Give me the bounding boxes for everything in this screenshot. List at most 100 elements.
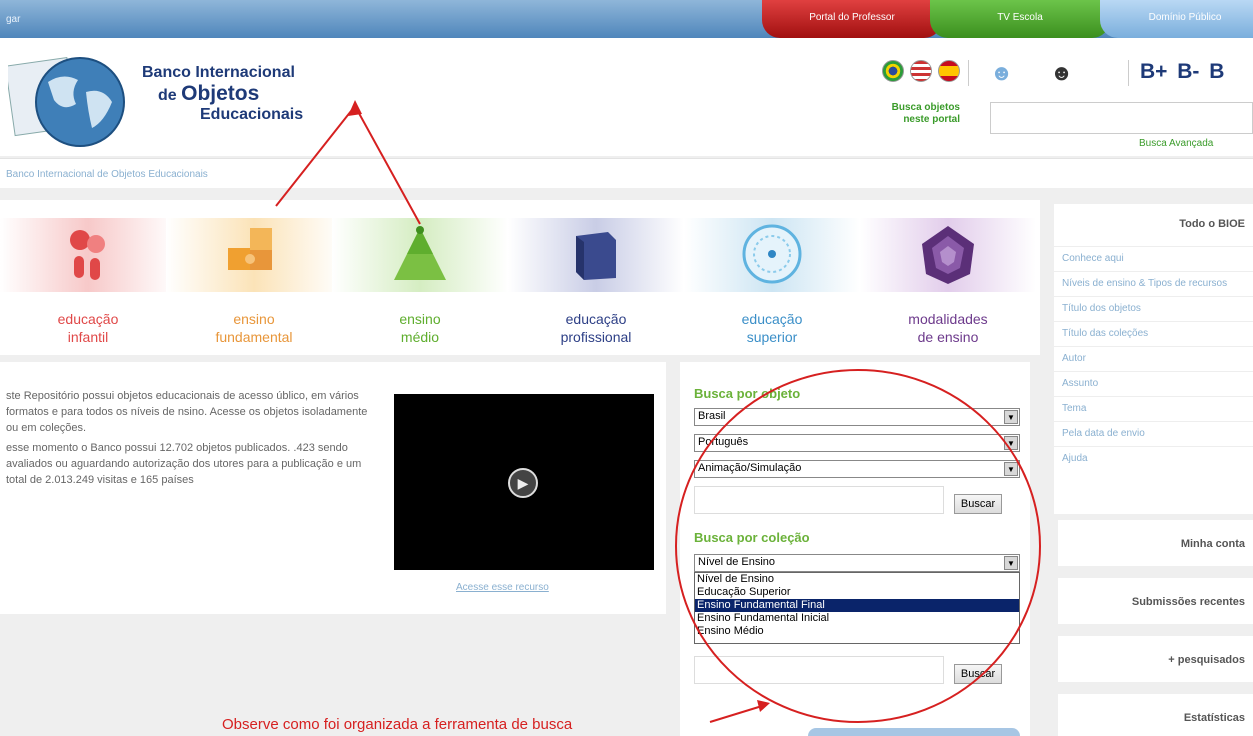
puzzle-icon — [228, 228, 272, 270]
hands-icon — [70, 230, 105, 280]
logo-line-2-main: Objetos — [181, 82, 260, 105]
language-flags — [882, 60, 960, 82]
sidebar-item-conhece[interactable]: Conhece aqui — [1054, 246, 1253, 271]
annotation-caption: Observe como foi organizada a ferramenta… — [222, 716, 573, 733]
level-educacao-superior[interactable]: educação superior — [684, 218, 860, 348]
sidebar-item-tema[interactable]: Tema — [1054, 396, 1253, 421]
search-panel: Busca por objeto Brasil ▼ Português ▼ Anim… — [680, 362, 1030, 736]
tab-dominio-publico[interactable]: Domínio Público — [1100, 0, 1253, 38]
level-label-line-1: educação — [57, 311, 119, 327]
pyramid-icon — [394, 226, 446, 280]
sidebar-item-titulo-colecoes[interactable]: Título das coleções — [1054, 321, 1253, 346]
search-by-collection-title: Busca por coleção — [694, 530, 810, 545]
sidebar-box-pesquisados[interactable]: + pesquisados — [1058, 636, 1253, 682]
chevron-down-icon[interactable]: ▼ — [1004, 436, 1018, 450]
level-label-line-1: modalidades — [908, 311, 988, 327]
level-dropdown-list: Nível de Ensino Educação Superior Ensino… — [694, 572, 1020, 644]
search-by-object-title: Busca por objeto — [694, 386, 801, 401]
bottom-tab — [808, 728, 1020, 736]
object-search-button[interactable]: Buscar — [954, 494, 1002, 514]
level-ensino-medio[interactable]: ensino médio — [332, 218, 508, 348]
level-select-value: Nível de Ensino — [698, 556, 776, 568]
site-logo-text[interactable]: Banco Internacional de Objetos Educacion… — [142, 64, 303, 124]
chevron-down-icon[interactable]: ▼ — [1004, 410, 1018, 424]
sidebar-item-data-envio[interactable]: Pela data de envio — [1054, 421, 1253, 446]
level-label-line-2: superior — [746, 329, 798, 345]
breadcrumb[interactable]: Banco Internacional de Objetos Educacion… — [0, 158, 1253, 188]
topbar-left-text[interactable]: gar — [6, 14, 20, 25]
logo-line-1: Banco Internacional — [142, 64, 295, 81]
divider — [968, 60, 969, 86]
level-label: educação profissional — [508, 310, 684, 346]
site-search-input[interactable] — [990, 102, 1253, 134]
level-label-line-1: ensino — [399, 311, 441, 327]
level-label-line-2: médio — [400, 329, 440, 345]
level-educacao-infantil[interactable]: educação infantil — [0, 218, 176, 348]
top-bar: gar Portal do Professor TV Escola Domíni… — [0, 0, 1253, 38]
globe-logo-icon[interactable] — [8, 52, 130, 148]
tab-portal-do-professor[interactable]: Portal do Professor — [762, 0, 942, 38]
logo-line-2-prefix: de — [158, 87, 182, 104]
flag-usa-icon[interactable] — [910, 60, 932, 82]
tab-tv-escola[interactable]: TV Escola — [930, 0, 1110, 38]
level-educacao-profissional[interactable]: educação profissional — [508, 218, 684, 348]
level-label: modalidades de ensino — [860, 310, 1036, 346]
dropdown-option[interactable]: Nível de Ensino — [695, 573, 1019, 586]
play-icon[interactable]: ▶ — [508, 468, 538, 498]
sidebar-menu: Conhece aqui Níveis de ensino & Tipos de… — [1054, 246, 1253, 471]
flag-spain-icon[interactable] — [938, 60, 960, 82]
sidebar: Todo o BIOE Conhece aqui Níveis de ensin… — [1054, 204, 1253, 514]
sidebar-item-assunto[interactable]: Assunto — [1054, 371, 1253, 396]
level-modalidades-de-ensino[interactable]: modalidades de ensino — [860, 218, 1036, 348]
sidebar-title: Todo o BIOE — [1179, 218, 1245, 230]
logo-line-2: de Objetos — [142, 82, 303, 106]
country-select-value: Brasil — [698, 410, 726, 422]
sidebar-box-minha-conta[interactable]: Minha conta — [1058, 520, 1253, 566]
level-label: ensino médio — [332, 310, 508, 346]
sidebar-box-estatisticas[interactable]: Estatísticas — [1058, 694, 1253, 736]
dropdown-option[interactable]: Educação Superior — [695, 586, 1019, 599]
language-select-value: Português — [698, 436, 749, 448]
advanced-search-link[interactable]: Busca Avançada — [1139, 138, 1213, 149]
level-ensino-fundamental[interactable]: ensino fundamental — [166, 218, 342, 348]
level-label-line-2: de ensino — [917, 329, 979, 345]
education-levels-panel: educação infantil ensino fundamental ensin… — [0, 200, 1040, 355]
contrast-dark-head-icon[interactable]: ☻ — [1050, 60, 1080, 85]
level-label-line-2: infantil — [67, 329, 109, 345]
resource-type-select-value: Animação/Simulação — [698, 462, 802, 474]
chevron-down-icon[interactable]: ▼ — [1004, 556, 1018, 570]
dropdown-option-highlighted[interactable]: Ensino Fundamental Final — [695, 599, 1019, 612]
object-search-input[interactable] — [694, 486, 944, 514]
resource-type-select[interactable]: Animação/Simulação ▼ — [694, 460, 1020, 478]
language-select[interactable]: Português ▼ — [694, 434, 1020, 452]
level-label: ensino fundamental — [166, 310, 342, 346]
site-header: Banco Internacional de Objetos Educacion… — [0, 38, 1253, 156]
dropdown-option[interactable]: Ensino Médio — [695, 625, 1019, 638]
level-label-line-1: educação — [565, 311, 627, 327]
video-resource-link[interactable]: Acesse esse recurso — [456, 582, 549, 593]
video-player[interactable]: ▶ — [394, 394, 654, 570]
intro-paragraph-1: ste Repositório possui objetos educacion… — [6, 390, 368, 434]
collection-search-button[interactable]: Buscar — [954, 664, 1002, 684]
level-select[interactable]: Nível de Ensino ▼ — [694, 554, 1020, 572]
sidebar-item-titulo-objetos[interactable]: Título dos objetos — [1054, 296, 1253, 321]
level-label-line-2: fundamental — [215, 329, 293, 345]
contrast-head-icon[interactable]: ☻ — [990, 60, 1020, 85]
sidebar-item-niveis[interactable]: Níveis de ensino & Tipos de recursos — [1054, 271, 1253, 296]
network-circle-icon — [742, 224, 802, 284]
dropdown-option[interactable]: Ensino Fundamental Inicial — [695, 612, 1019, 625]
intro-text: ste Repositório possui objetos educacion… — [6, 388, 376, 492]
collection-search-input[interactable] — [694, 656, 944, 684]
divider — [1128, 60, 1129, 86]
level-label-line-2: profissional — [560, 329, 632, 345]
sidebar-item-ajuda[interactable]: Ajuda — [1054, 446, 1253, 471]
level-label: educação infantil — [0, 310, 176, 346]
sidebar-item-autor[interactable]: Autor — [1054, 346, 1253, 371]
sidebar-box-submissoes[interactable]: Submissões recentes — [1058, 578, 1253, 624]
flag-brazil-icon[interactable] — [882, 60, 904, 82]
cube-icon — [576, 232, 616, 280]
country-select[interactable]: Brasil ▼ — [694, 408, 1020, 426]
search-label: Busca objetos neste portal — [891, 102, 960, 125]
font-size-buttons[interactable]: B+ B- B — [1140, 60, 1224, 84]
chevron-down-icon[interactable]: ▼ — [1004, 462, 1018, 476]
